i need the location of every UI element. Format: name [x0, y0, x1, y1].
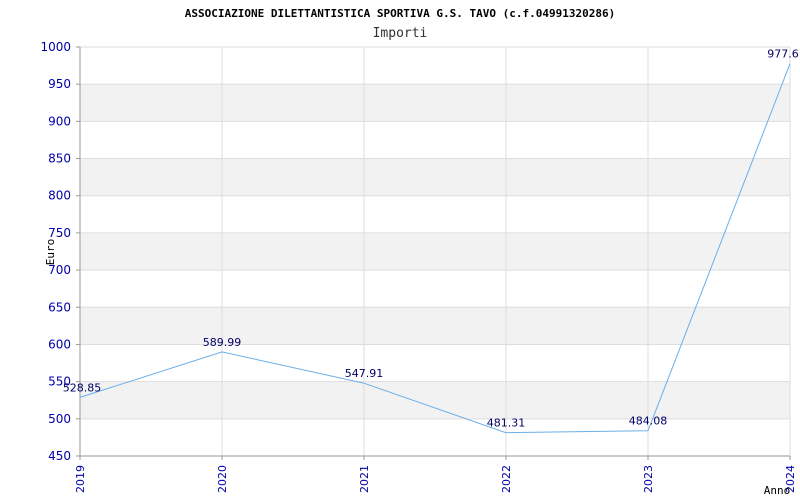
chart-canvas: 4505005506006507007508008509009501000 20…: [40, 7, 799, 497]
grid-band: [80, 232, 790, 271]
y-tick-label: 1000: [40, 40, 71, 54]
grid-band: [80, 158, 790, 196]
data-label: 484.08: [629, 415, 668, 428]
y-tick-label: 750: [48, 226, 71, 240]
plot-bands: [80, 84, 790, 419]
y-tick-label: 450: [48, 449, 71, 463]
y-tick-label: 950: [48, 77, 71, 91]
data-label: 528.85: [63, 381, 102, 394]
data-label: 481.31: [487, 417, 526, 430]
chart-subtitle: Importi: [373, 26, 428, 41]
x-tick-label: 2021: [358, 465, 371, 493]
data-label: 977.6: [767, 48, 799, 61]
x-tick-label: 2020: [216, 465, 229, 493]
x-axis-label: Anno: [764, 484, 791, 497]
x-tick-label: 2019: [74, 465, 87, 493]
chart-title: ASSOCIAZIONE DILETTANTISTICA SPORTIVA G.…: [185, 7, 615, 20]
x-tick-label: 2022: [500, 465, 513, 493]
x-tick-label: 2023: [642, 465, 655, 493]
x-axis: 2019 2020 2021 2022 2023 2024: [74, 455, 797, 493]
y-tick-label: 900: [48, 114, 71, 128]
y-tick-label: 500: [48, 412, 71, 426]
y-tick-label: 800: [48, 189, 71, 203]
y-tick-label: 650: [48, 300, 71, 314]
data-label: 589.99: [203, 336, 242, 349]
grid-band: [80, 84, 790, 122]
data-label: 547.91: [345, 367, 384, 380]
y-tick-label: 850: [48, 152, 71, 166]
y-tick-label: 600: [48, 337, 71, 351]
grid-band: [80, 381, 790, 419]
y-axis-label: Euro: [44, 239, 57, 266]
